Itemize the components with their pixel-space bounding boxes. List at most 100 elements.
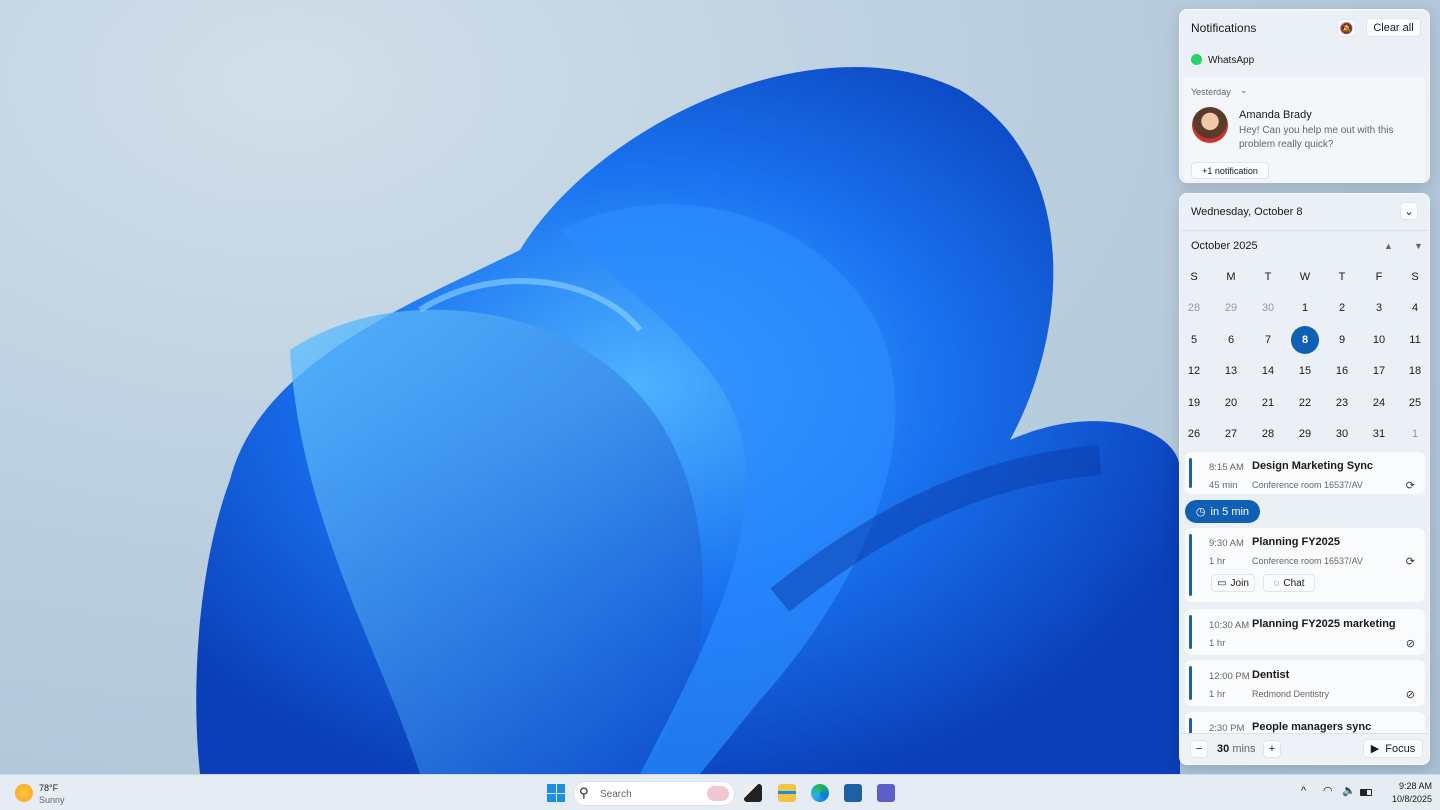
play-icon: ▶ [1370,743,1380,755]
calendar-day[interactable]: 22 [1290,390,1320,416]
join-button[interactable]: ▭ Join [1211,574,1255,592]
calendar-day[interactable]: 14 [1253,358,1283,384]
clock-date[interactable]: 10/8/2025 [1384,794,1432,804]
weekday-header: T [1264,271,1272,283]
event-card[interactable]: 12:00 PM Dentist 1 hr Redmond Dentistry … [1185,660,1425,706]
previous-month-button[interactable]: ▲ [1384,241,1393,251]
upcoming-badge: ◷ in 5 min [1185,500,1260,523]
event-color-bar [1189,666,1192,700]
sun-weather-icon[interactable] [15,784,33,802]
calendar-day[interactable]: 5 [1180,327,1209,353]
calendar-day[interactable]: 6 [1216,327,1246,353]
focus-footer: − 30 mins + ▶ Focus [1180,733,1429,764]
calendar-day-selected[interactable]: 8 [1291,325,1319,354]
chat-label: Chat [1283,577,1305,589]
calendar-day[interactable]: 12 [1180,358,1209,384]
battery-icon[interactable] [1360,789,1372,796]
increase-minutes-button[interactable]: + [1263,740,1281,758]
collapse-calendar-button[interactable]: ⌄ [1400,202,1418,220]
recurring-icon: ⟳ [1405,480,1415,492]
lotus-highlight-icon [707,786,729,801]
snooze-bell-icon: 🔕 [1339,22,1354,35]
calendar-day[interactable]: 29 [1216,295,1246,321]
show-hidden-icons-chevron-icon[interactable]: ^ [1301,785,1306,797]
divider [1180,230,1429,231]
calendar-day[interactable]: 30 [1253,295,1283,321]
weekday-header: T [1338,271,1346,283]
calendar-day[interactable]: 24 [1364,390,1394,416]
chevron-down-icon[interactable]: ⌄ [1240,85,1248,96]
weather-temp[interactable]: 78°F [39,783,58,793]
task-view-icon[interactable] [744,784,762,802]
event-time: 10:30 AM [1209,620,1250,631]
whatsapp-icon [1191,54,1202,65]
calendar-day[interactable]: 23 [1327,390,1357,416]
event-duration: 45 min [1209,480,1238,491]
message-line-1: Hey! Can you help me out with this [1239,125,1394,136]
volume-icon[interactable]: 🔈 [1342,784,1356,797]
weekday-header: M [1226,271,1236,283]
calendar-day[interactable]: 2 [1327,295,1357,321]
calendar-day[interactable]: 25 [1400,390,1429,416]
month-label[interactable]: October 2025 [1191,240,1258,252]
clock-time[interactable]: 9:28 AM [1384,781,1432,791]
event-title: Design Marketing Sync [1252,460,1374,472]
do-not-disturb-button[interactable]: 🔕 [1337,19,1356,37]
focus-button[interactable]: ▶ Focus [1363,739,1423,758]
calendar-day[interactable]: 27 [1216,421,1246,447]
calendar-day[interactable]: 26 [1180,421,1209,447]
recurring-off-icon: ⊘ [1405,689,1415,701]
clear-all-button[interactable]: Clear all [1366,18,1421,37]
chat-icon: ◌ [1273,577,1280,589]
calendar-day[interactable]: 3 [1364,295,1394,321]
minutes-value: 30 [1217,743,1230,755]
next-month-button[interactable]: ▼ [1414,241,1423,251]
calendar-day[interactable]: 21 [1253,390,1283,416]
wifi-icon[interactable]: ◠ [1323,784,1333,797]
weekday-header: S [1411,271,1419,283]
calendar-day[interactable]: 29 [1290,421,1320,447]
video-icon: ▭ [1217,577,1227,589]
microsoft-store-icon[interactable] [844,784,862,802]
calendar-day[interactable]: 7 [1253,327,1283,353]
more-notifications-button[interactable]: +1 notification [1191,162,1269,179]
event-duration: 1 hr [1209,689,1226,700]
decrease-minutes-button[interactable]: − [1190,740,1208,758]
calendar-day[interactable]: 1 [1400,421,1429,447]
event-card[interactable]: 8:15 AM Design Marketing Sync 45 min Con… [1185,452,1425,494]
calendar-day[interactable]: 28 [1180,295,1209,321]
calendar-day[interactable]: 17 [1364,358,1394,384]
calendar-day[interactable]: 31 [1364,421,1394,447]
calendar-day[interactable]: 20 [1216,390,1246,416]
calendar-day[interactable]: 9 [1327,327,1357,353]
focus-label: Focus [1385,742,1416,755]
calendar-day[interactable]: 15 [1290,358,1320,384]
sender-name: Amanda Brady [1239,109,1312,121]
calendar-day[interactable]: 30 [1327,421,1357,447]
calendar-day[interactable]: 28 [1253,421,1283,447]
file-explorer-icon[interactable] [778,784,796,802]
start-button[interactable] [547,784,565,802]
recurring-off-icon: ⊘ [1405,638,1415,650]
calendar-day[interactable]: 1 [1290,295,1320,321]
calendar-day[interactable]: 4 [1400,295,1429,321]
event-card[interactable]: 10:30 AM Planning FY2025 marketing 1 hr … [1185,609,1425,655]
calendar-day[interactable]: 19 [1180,390,1209,416]
recurring-icon: ⟳ [1405,556,1415,568]
calendar-day[interactable]: 18 [1400,358,1429,384]
notification-card[interactable]: Yesterday ⌄ Amanda Brady Hey! Can you he… [1183,77,1426,181]
event-title: Planning FY2025 [1252,536,1341,548]
calendar-day[interactable]: 16 [1327,358,1357,384]
calendar-day[interactable]: 11 [1400,327,1429,353]
chat-button[interactable]: ◌ Chat [1263,574,1315,592]
event-location: Redmond Dentistry [1252,689,1330,699]
edge-browser-icon[interactable] [811,784,829,802]
calendar-day[interactable]: 10 [1364,327,1394,353]
search-box[interactable]: ⚲ Search [573,781,735,806]
calendar-flyout: Wednesday, October 8 ⌄ October 2025 ▲ ▼ … [1179,193,1430,765]
calendar-day[interactable]: 13 [1216,358,1246,384]
upcoming-text: in 5 min [1210,505,1250,518]
event-card[interactable]: 9:30 AM Planning FY2025 1 hr Conference … [1185,528,1425,602]
teams-icon[interactable] [877,784,895,802]
date-header: Wednesday, October 8 [1191,206,1303,218]
